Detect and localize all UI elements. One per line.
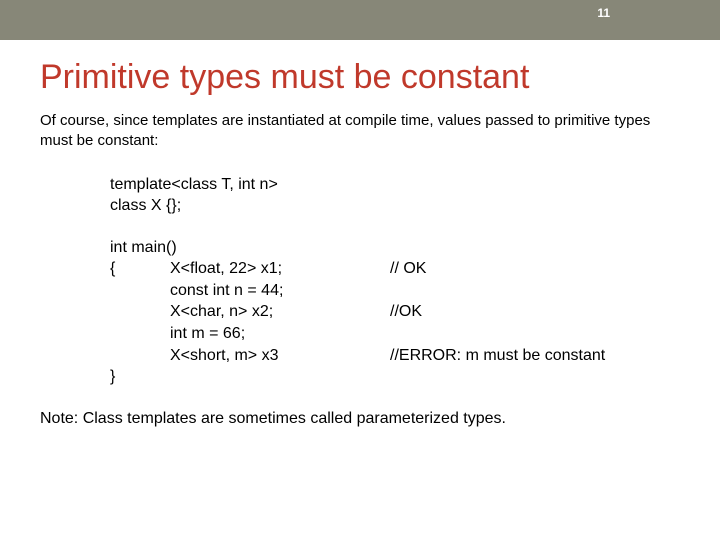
code-line: const int n = 44; [170, 280, 390, 302]
slide-title: Primitive types must be constant [40, 58, 720, 97]
code-line: int main() [110, 237, 605, 259]
code-line: template<class T, int n> [110, 174, 720, 196]
code-comment: // OK [390, 258, 605, 280]
page-number: 11 [597, 6, 610, 20]
code-line: X<short, m> x3 [170, 345, 390, 367]
code-block: template<class T, int n> class X {}; int… [110, 174, 720, 388]
code-comment: //OK [390, 301, 605, 323]
top-bar: 11 [0, 0, 720, 40]
footnote: Note: Class templates are sometimes call… [40, 410, 680, 428]
code-brace: } [110, 366, 170, 388]
code-table: int main() { X<float, 22> x1; // OK cons… [110, 237, 605, 388]
slide: 11 Primitive types must be constant Of c… [0, 0, 720, 540]
code-line: X<float, 22> x1; [170, 258, 390, 280]
code-line: X<char, n> x2; [170, 301, 390, 323]
intro-paragraph: Of course, since templates are instantia… [40, 111, 670, 152]
code-line: class X {}; [110, 195, 720, 217]
code-brace: { [110, 258, 170, 280]
code-line: int m = 66; [170, 323, 390, 345]
code-comment: //ERROR: m must be constant [390, 345, 605, 367]
